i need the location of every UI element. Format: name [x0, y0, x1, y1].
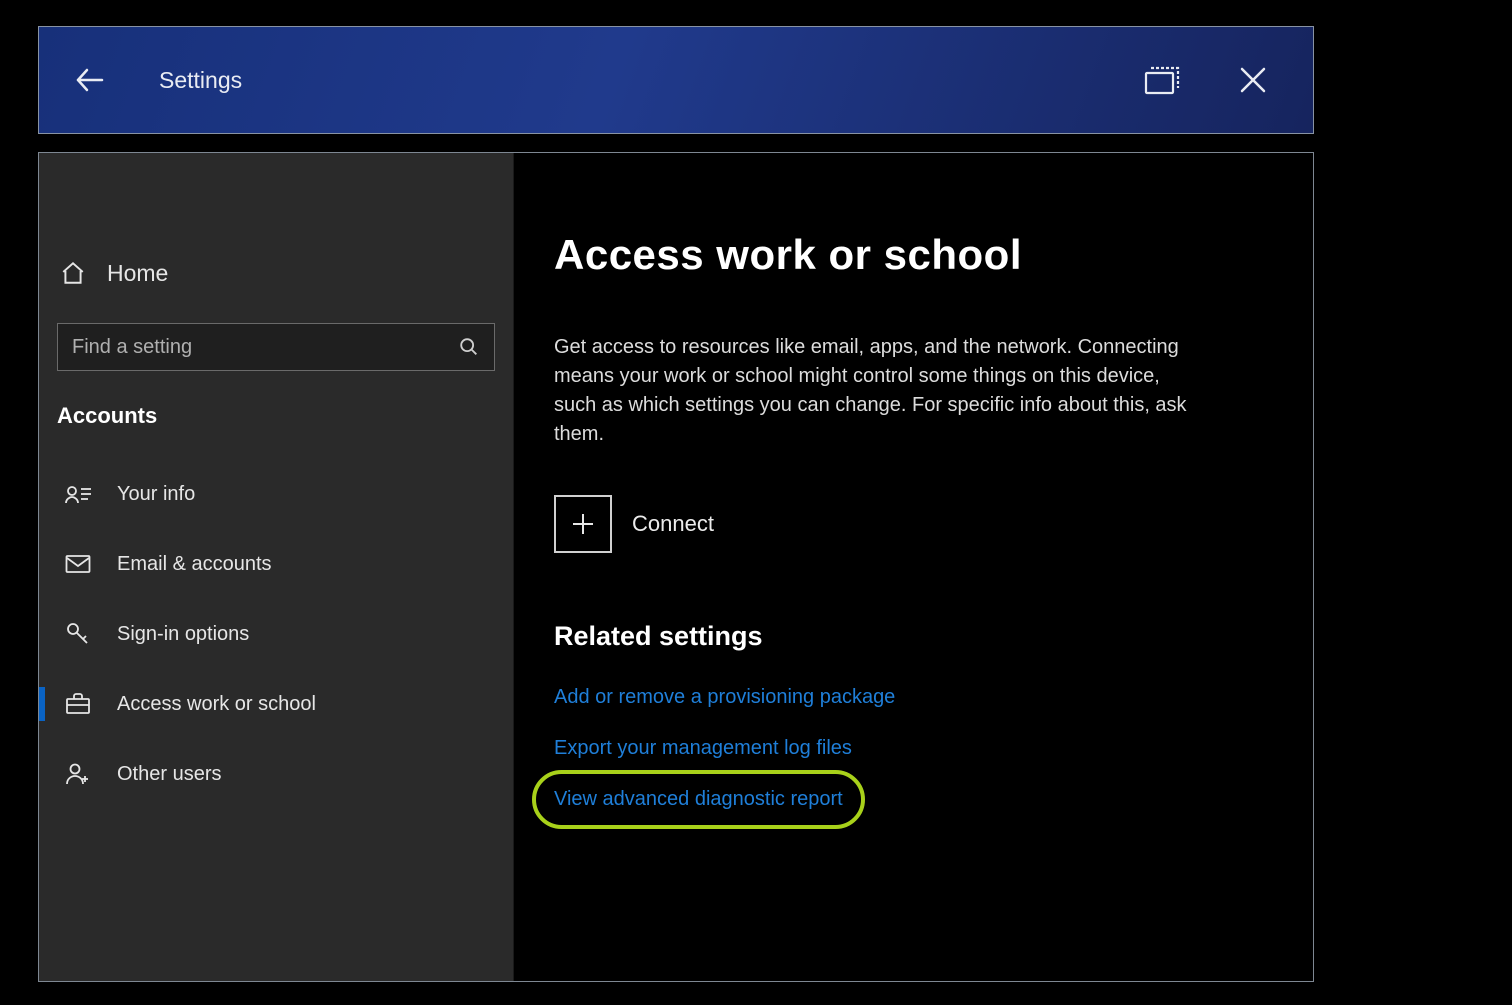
person-card-icon	[63, 479, 93, 509]
sidebar-item-email-accounts[interactable]: Email & accounts	[39, 529, 513, 599]
sidebar-item-sign-in-options[interactable]: Sign-in options	[39, 599, 513, 669]
search-input[interactable]	[72, 336, 458, 359]
content-area: Access work or school Get access to reso…	[514, 153, 1313, 981]
back-button[interactable]	[69, 59, 111, 101]
link-diagnostic-report[interactable]: View advanced diagnostic report	[554, 788, 843, 811]
task-view-button[interactable]	[1133, 50, 1193, 110]
person-plus-icon	[63, 759, 93, 789]
page-title: Access work or school	[554, 231, 1273, 279]
mail-icon	[63, 549, 93, 579]
sidebar-item-label: Other users	[117, 763, 221, 786]
sidebar-item-label: Sign-in options	[117, 623, 249, 646]
back-arrow-icon	[72, 62, 108, 98]
window-stack-icon	[1143, 62, 1183, 98]
titlebar: Settings	[38, 26, 1314, 134]
home-icon	[57, 257, 89, 289]
sidebar-item-label: Access work or school	[117, 693, 316, 716]
search-input-wrapper[interactable]	[57, 323, 495, 371]
page-description: Get access to resources like email, apps…	[554, 333, 1204, 449]
sidebar: Home Accounts	[39, 153, 514, 981]
sidebar-item-label: Email & accounts	[117, 553, 272, 576]
window-title: Settings	[159, 67, 242, 94]
close-button[interactable]	[1223, 50, 1283, 110]
related-settings-heading: Related settings	[554, 621, 1273, 652]
key-icon	[63, 619, 93, 649]
sidebar-item-label: Your info	[117, 483, 195, 506]
search-icon	[458, 336, 480, 358]
close-icon	[1238, 65, 1268, 95]
sidebar-home[interactable]: Home	[39, 241, 513, 305]
plus-icon	[554, 495, 612, 553]
connect-button[interactable]: Connect	[554, 495, 1273, 553]
sidebar-item-other-users[interactable]: Other users	[39, 739, 513, 809]
settings-panel: Home Accounts	[38, 152, 1314, 982]
connect-label: Connect	[632, 511, 714, 537]
sidebar-section-label: Accounts	[39, 389, 513, 459]
link-provisioning-package[interactable]: Add or remove a provisioning package	[554, 686, 895, 709]
sidebar-item-your-info[interactable]: Your info	[39, 459, 513, 529]
sidebar-item-access-work-school[interactable]: Access work or school	[39, 669, 513, 739]
sidebar-home-label: Home	[107, 260, 168, 287]
link-export-logs[interactable]: Export your management log files	[554, 737, 852, 760]
briefcase-icon	[63, 689, 93, 719]
